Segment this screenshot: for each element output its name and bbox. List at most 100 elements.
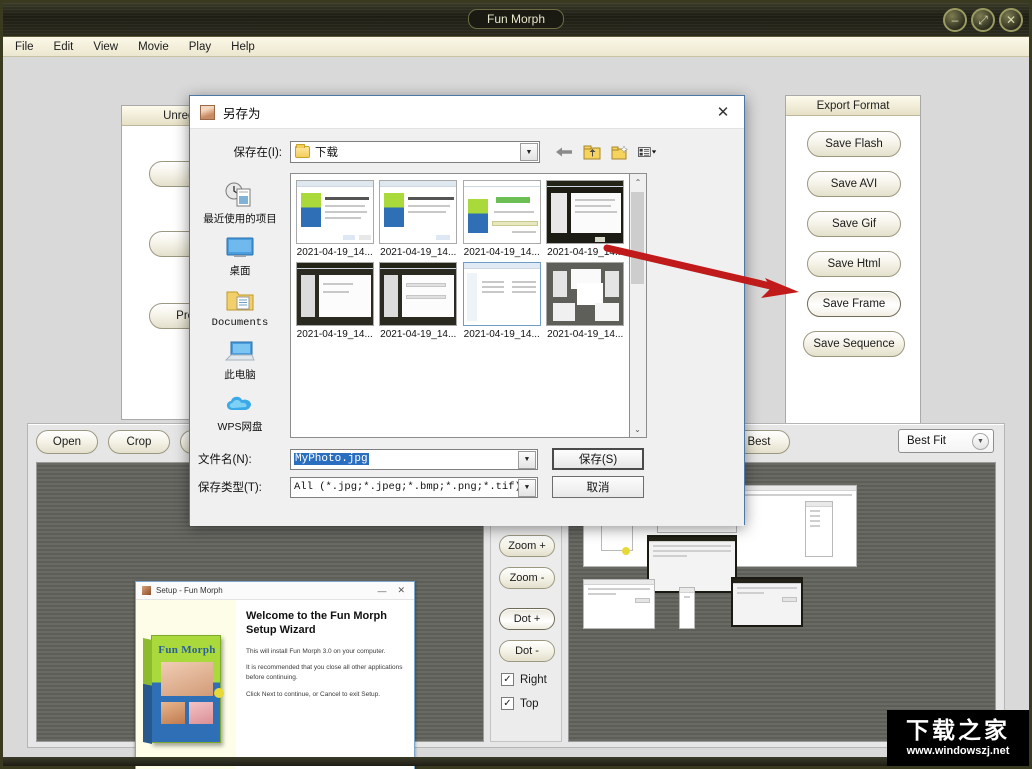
preview-paragraph-1: This will install Fun Morph 3.0 on your …: [246, 647, 386, 655]
file-thumbnail: [379, 262, 458, 326]
preview-paragraph-3: Click Next to continue, or Cancel to exi…: [246, 690, 381, 698]
cancel-button[interactable]: 取消: [552, 476, 644, 498]
this-pc-icon: [224, 335, 256, 369]
preview-shot-titlebar: Setup - Fun Morph — ✕: [136, 582, 414, 600]
scroll-down-arrow[interactable]: ⌄: [630, 421, 645, 437]
box-dot-marker: [214, 688, 224, 698]
maximize-button[interactable]: ⤢: [971, 8, 995, 32]
preview-minimize-icon: —: [377, 585, 387, 596]
preview-paragraph-2: It is recommended that you close all oth…: [246, 664, 403, 681]
file-name-dropdown-icon[interactable]: ▼: [518, 450, 536, 469]
save-avi-button[interactable]: Save AVI: [807, 171, 901, 197]
file-type-dropdown-icon[interactable]: ▼: [518, 478, 536, 497]
file-name-input[interactable]: MyPhoto.jpg ▼: [290, 448, 538, 470]
look-in-select[interactable]: 下载 ▼: [290, 141, 540, 163]
place-desktop[interactable]: 桌面: [196, 231, 284, 277]
new-folder-icon[interactable]: [610, 144, 629, 161]
file-thumbnail: [295, 180, 374, 244]
workspace: Unregistered Buy Now Register Product Pa…: [3, 57, 1029, 769]
save-flash-button[interactable]: Save Flash: [807, 131, 901, 157]
preview-heading: Welcome to the Fun Morph Setup Wizard: [246, 610, 387, 636]
dialog-close-icon[interactable]: ✕: [710, 100, 736, 124]
menu-help[interactable]: Help: [229, 40, 257, 54]
file-item[interactable]: 2021-04-19_14...: [462, 180, 542, 258]
save-gif-button[interactable]: Save Gif: [807, 211, 901, 237]
file-item[interactable]: 2021-04-19_14...: [546, 180, 626, 258]
view-mode-icon[interactable]: [638, 144, 657, 161]
dot-remove-button[interactable]: Dot -: [499, 640, 555, 662]
menu-edit[interactable]: Edit: [52, 40, 76, 54]
top-checkbox-row[interactable]: ✓ Top: [501, 697, 539, 710]
file-list[interactable]: 2021-04-19_14... 2021-04-19_14... 2021-0…: [290, 173, 630, 438]
file-item[interactable]: 2021-04-19_14...: [379, 262, 459, 340]
menu-file[interactable]: File: [13, 40, 36, 54]
box-face-2: [161, 702, 185, 724]
place-documents-label: Documents: [211, 317, 269, 330]
close-button[interactable]: ✕: [999, 8, 1023, 32]
place-recent-items[interactable]: 最近使用的项目: [196, 179, 284, 225]
top-checkbox[interactable]: ✓: [501, 697, 514, 710]
look-in-row: 保存在(I): 下载 ▼: [190, 139, 746, 165]
preview-close-icon: ✕: [397, 585, 405, 595]
dialog-titlebar: 另存为 ✕: [190, 96, 744, 128]
zoom-in-button[interactable]: Zoom +: [499, 535, 555, 557]
desktop-icon: [225, 231, 255, 265]
file-item[interactable]: 2021-04-19_14...: [546, 262, 626, 340]
look-in-dropdown-icon[interactable]: ▼: [520, 143, 538, 161]
menu-movie[interactable]: Movie: [136, 40, 171, 54]
menu-play[interactable]: Play: [187, 40, 213, 54]
dialog-body: 保存在(I): 下载 ▼ 最近使用的项目 桌面 Documents 此电脑 WP…: [190, 128, 744, 526]
right-checkbox-row[interactable]: ✓ Right: [501, 673, 547, 686]
preview-shot-title: Setup - Fun Morph: [156, 586, 223, 595]
file-list-scrollbar[interactable]: ⌃ ⌄: [630, 173, 647, 438]
dot-add-button[interactable]: Dot +: [499, 608, 555, 630]
montage-window-lower-left: [583, 579, 655, 629]
open-button[interactable]: Open: [36, 430, 98, 454]
file-caption: 2021-04-19_14...: [463, 247, 540, 258]
box-spine: [143, 638, 152, 744]
file-caption: 2021-04-19_14...: [296, 247, 373, 258]
right-checkbox[interactable]: ✓: [501, 673, 514, 686]
save-sequence-button[interactable]: Save Sequence: [803, 331, 905, 357]
window-controls: – ⤢ ✕: [943, 8, 1023, 32]
zoom-out-button[interactable]: Zoom -: [499, 567, 555, 589]
setup-app-icon: [142, 586, 151, 595]
minimize-button[interactable]: –: [943, 8, 967, 32]
documents-icon: [225, 283, 255, 317]
file-item[interactable]: 2021-04-19_14...: [379, 180, 459, 258]
chevron-down-icon[interactable]: ▼: [972, 433, 989, 450]
file-type-row: 保存类型(T): All (*.jpg;*.jpeg;*.bmp;*.png;*…: [190, 475, 746, 499]
export-format-title: Export Format: [786, 96, 920, 116]
menu-view[interactable]: View: [91, 40, 120, 54]
montage-window-lower-mid: [679, 587, 695, 629]
file-caption: 2021-04-19_14...: [463, 329, 540, 340]
menu-bar: File Edit View Movie Play Help: [3, 37, 1029, 57]
file-item[interactable]: 2021-04-19_14...: [462, 262, 542, 340]
place-this-pc[interactable]: 此电脑: [196, 335, 284, 381]
place-wps-cloud-label: WPS网盘: [217, 421, 263, 434]
file-item[interactable]: 2021-04-19_14...: [295, 262, 375, 340]
control-point-dot[interactable]: [622, 547, 630, 555]
scrollbar-thumb[interactable]: [631, 192, 644, 284]
save-frame-button[interactable]: Save Frame: [807, 291, 901, 317]
up-folder-icon[interactable]: [582, 144, 601, 161]
file-item[interactable]: 2021-04-19_14...: [295, 180, 375, 258]
montage-window-lower-right: [731, 577, 803, 627]
place-desktop-label: 桌面: [229, 265, 251, 278]
title-bar: Fun Morph – ⤢ ✕: [3, 3, 1029, 37]
file-caption: 2021-04-19_14...: [380, 247, 457, 258]
scroll-up-arrow[interactable]: ⌃: [630, 174, 646, 190]
save-button[interactable]: 保存(S): [552, 448, 644, 470]
place-documents[interactable]: Documents: [196, 283, 284, 329]
file-thumbnail: [546, 180, 625, 244]
back-icon[interactable]: [554, 144, 573, 161]
montage-window-right: [805, 501, 833, 557]
file-type-select[interactable]: All (*.jpg;*.jpeg;*.bmp;*.png;*.tif) ▼: [290, 476, 538, 498]
save-html-button[interactable]: Save Html: [807, 251, 901, 277]
zoom-mode-select[interactable]: Best Fit ▼: [898, 429, 994, 453]
watermark-url: www.windowszj.net: [906, 745, 1010, 757]
product-box-icon: Fun Morph: [143, 635, 224, 744]
box-face-1: [161, 662, 213, 696]
crop-button[interactable]: Crop: [108, 430, 170, 454]
place-wps-cloud[interactable]: WPS网盘: [196, 387, 284, 433]
